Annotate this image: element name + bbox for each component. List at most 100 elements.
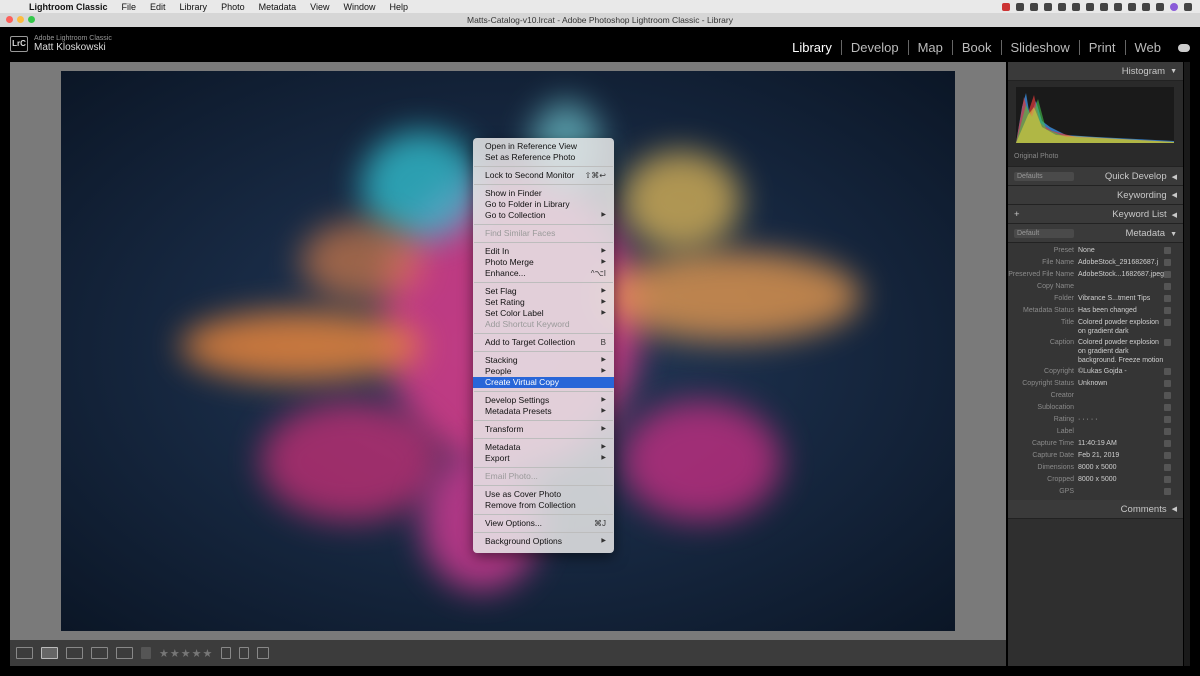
menu-window[interactable]: Window	[336, 2, 382, 12]
menu-item-go-to-collection[interactable]: Go to Collection ▶	[473, 210, 614, 221]
module-library[interactable]: Library	[783, 40, 842, 55]
metadata-value[interactable]: ©Lukas Gojda -	[1078, 367, 1164, 377]
menu-help[interactable]: Help	[383, 2, 416, 12]
metadata-value[interactable]: Unknown	[1078, 379, 1164, 389]
menu-item-photo-merge[interactable]: Photo Merge ▶	[473, 257, 614, 268]
metadata-action-icon[interactable]	[1164, 271, 1171, 278]
metadata-action-icon[interactable]	[1164, 488, 1171, 495]
airplay-icon[interactable]	[1128, 2, 1136, 11]
app-icon[interactable]	[1058, 2, 1066, 11]
app-icon[interactable]	[1030, 2, 1038, 11]
menu-item-set-rating[interactable]: Set Rating ▶	[473, 297, 614, 308]
menu-item-metadata-presets[interactable]: Metadata Presets ▶	[473, 406, 614, 417]
app-icon[interactable]	[1072, 2, 1080, 11]
metadata-value[interactable]	[1078, 487, 1164, 497]
module-print[interactable]: Print	[1080, 40, 1126, 55]
original-photo-toggle[interactable]: Original Photo	[1014, 153, 1058, 160]
menu-item-transform[interactable]: Transform ▶	[473, 424, 614, 435]
metadata-value[interactable]: Vibrance S...tment Tips	[1078, 294, 1164, 304]
menu-view[interactable]: View	[303, 2, 336, 12]
menu-item-background-options[interactable]: Background Options ▶	[473, 536, 614, 547]
menu-item-add-to-target-collection[interactable]: Add to Target Collection B	[473, 337, 614, 348]
rating-stars[interactable]: ★★★★★	[159, 647, 213, 660]
minimize-icon[interactable]	[17, 16, 24, 23]
app-icon[interactable]	[1114, 2, 1122, 11]
app-icon[interactable]	[1086, 2, 1094, 11]
metadata-value[interactable]: 11:40:19 AM	[1078, 439, 1164, 449]
metadata-value[interactable]: 8000 x 5000	[1078, 463, 1164, 473]
menu-metadata[interactable]: Metadata	[252, 2, 304, 12]
module-slideshow[interactable]: Slideshow	[1002, 40, 1080, 55]
wifi-icon[interactable]	[1142, 2, 1150, 11]
metadata-value[interactable]: Colored powder explosion on gradient dar…	[1078, 338, 1164, 365]
metadata-action-icon[interactable]	[1164, 416, 1171, 423]
menu-item-remove-from-collection[interactable]: Remove from Collection	[473, 500, 614, 511]
menu-app[interactable]: Lightroom Classic	[22, 2, 115, 12]
metadata-action-icon[interactable]	[1164, 247, 1171, 254]
siri-icon[interactable]	[1170, 2, 1178, 11]
metadata-value[interactable]: AdobeStock_291682687.j	[1078, 258, 1164, 268]
metadata-action-icon[interactable]	[1164, 368, 1171, 375]
metadata-action-icon[interactable]	[1164, 259, 1171, 266]
record-icon[interactable]	[1002, 2, 1010, 11]
panel-keyword-list-header[interactable]: + Keyword List ◀	[1008, 205, 1183, 224]
close-icon[interactable]	[6, 16, 13, 23]
panel-keywording-header[interactable]: Keywording ◀	[1008, 186, 1183, 205]
metadata-action-icon[interactable]	[1164, 307, 1171, 314]
metadata-value[interactable]	[1078, 403, 1164, 413]
menu-item-develop-settings[interactable]: Develop Settings ▶	[473, 395, 614, 406]
survey-view-icon[interactable]	[91, 647, 108, 659]
menu-item-edit-in[interactable]: Edit In ▶	[473, 246, 614, 257]
menu-library[interactable]: Library	[173, 2, 215, 12]
metadata-action-icon[interactable]	[1164, 428, 1171, 435]
menu-edit[interactable]: Edit	[143, 2, 173, 12]
search-icon[interactable]	[1156, 2, 1164, 11]
menu-item-people[interactable]: People ▶	[473, 366, 614, 377]
cloud-icon[interactable]	[1178, 43, 1190, 52]
loupe-view-icon[interactable]	[41, 647, 58, 659]
compare-view-icon[interactable]	[66, 647, 83, 659]
people-view-icon[interactable]	[116, 647, 133, 659]
menu-file[interactable]: File	[115, 2, 144, 12]
metadata-value[interactable]	[1078, 391, 1164, 401]
metadata-action-icon[interactable]	[1164, 452, 1171, 459]
module-develop[interactable]: Develop	[842, 40, 909, 55]
metadata-action-icon[interactable]	[1164, 319, 1171, 326]
zoom-icon[interactable]	[28, 16, 35, 23]
quick-develop-preset[interactable]: Defaults	[1014, 171, 1074, 181]
metadata-value[interactable]: Feb 21, 2019	[1078, 451, 1164, 461]
menu-item-show-in-finder[interactable]: Show in Finder	[473, 188, 614, 199]
panel-quick-develop-header[interactable]: Defaults Quick Develop ◀	[1008, 167, 1183, 186]
menu-item-set-flag[interactable]: Set Flag ▶	[473, 286, 614, 297]
menu-list-icon[interactable]	[1184, 2, 1192, 11]
metadata-action-icon[interactable]	[1164, 440, 1171, 447]
metadata-view-dropdown[interactable]: Default	[1014, 228, 1074, 238]
metadata-value[interactable]: · · · · ·	[1078, 415, 1164, 425]
app-icon[interactable]	[1016, 2, 1024, 11]
menu-item-set-as-reference-photo[interactable]: Set as Reference Photo	[473, 152, 614, 163]
metadata-action-icon[interactable]	[1164, 464, 1171, 471]
metadata-value[interactable]	[1078, 427, 1164, 437]
rotate-left-icon[interactable]	[221, 647, 232, 659]
panel-histogram-header[interactable]: Histogram ▼	[1008, 62, 1183, 81]
menu-item-set-color-label[interactable]: Set Color Label ▶	[473, 308, 614, 319]
menu-item-go-to-folder-in-library[interactable]: Go to Folder in Library	[473, 199, 614, 210]
menu-item-enhance[interactable]: Enhance... ^⌥I	[473, 268, 614, 279]
menu-item-lock-to-second-monitor[interactable]: Lock to Second Monitor ⇧⌘↩	[473, 170, 614, 181]
metadata-action-icon[interactable]	[1164, 295, 1171, 302]
metadata-value[interactable]: AdobeStock...1682687.jpeg	[1078, 270, 1164, 280]
module-book[interactable]: Book	[953, 40, 1002, 55]
menu-item-stacking[interactable]: Stacking ▶	[473, 355, 614, 366]
grid-view-icon[interactable]	[16, 647, 33, 659]
menu-item-create-virtual-copy[interactable]: Create Virtual Copy	[473, 377, 614, 388]
menu-item-export[interactable]: Export ▶	[473, 453, 614, 464]
metadata-value[interactable]: None	[1078, 246, 1164, 256]
metadata-value[interactable]: Colored powder explosion on gradient dar…	[1078, 318, 1164, 336]
menu-item-metadata[interactable]: Metadata ▶	[473, 442, 614, 453]
app-icon[interactable]	[1044, 2, 1052, 11]
metadata-action-icon[interactable]	[1164, 283, 1171, 290]
metadata-value[interactable]: Has been changed	[1078, 306, 1164, 316]
panel-comments-header[interactable]: Comments ◀	[1008, 500, 1183, 519]
menu-item-view-options[interactable]: View Options... ⌘J	[473, 518, 614, 529]
menu-photo[interactable]: Photo	[214, 2, 252, 12]
